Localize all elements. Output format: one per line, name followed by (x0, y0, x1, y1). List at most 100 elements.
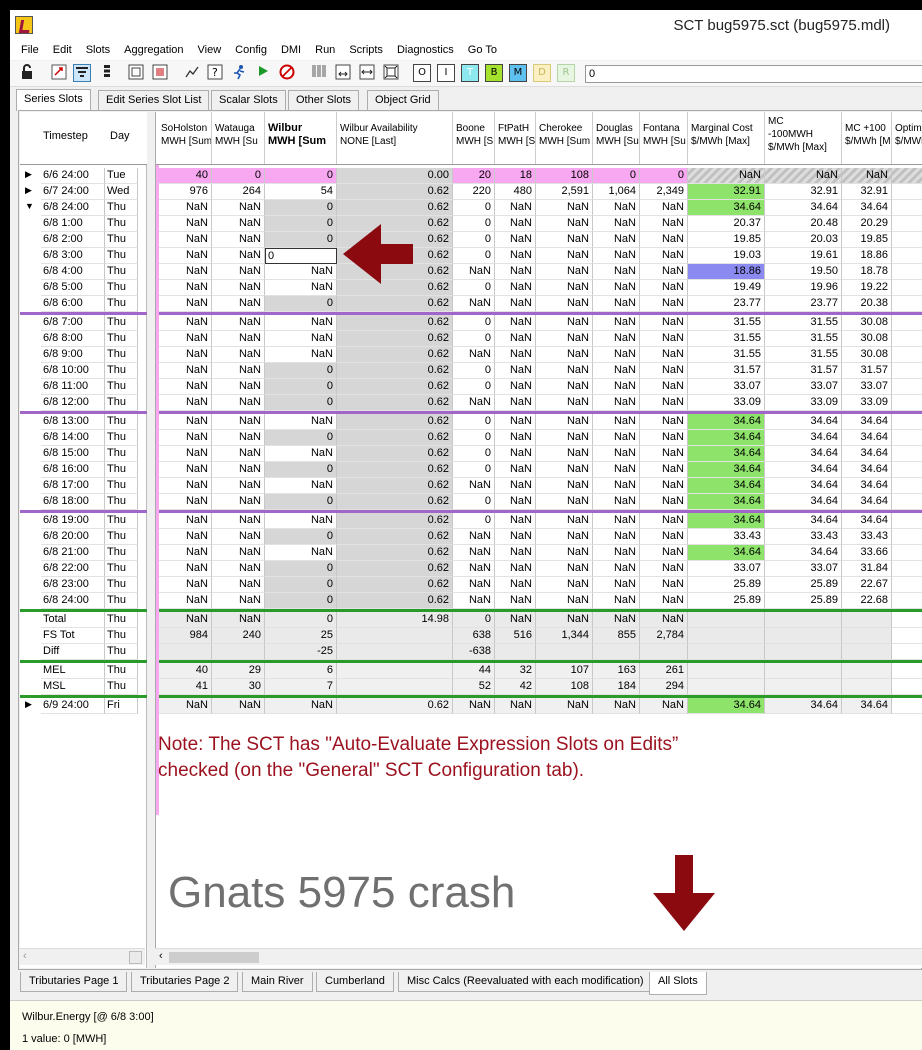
value-cell[interactable]: 33.07 (842, 379, 892, 395)
value-cell[interactable]: 34.64 (688, 698, 765, 714)
timestep-row[interactable]: 6/8 11:00 Thu (20, 379, 147, 395)
tab-cumberland[interactable]: Cumberland (316, 972, 394, 992)
tab-tributaries-page-2[interactable]: Tributaries Page 2 (131, 972, 239, 992)
value-cell[interactable]: 7 (265, 679, 337, 695)
value-cell[interactable]: NaN (593, 430, 640, 446)
value-cell[interactable]: 33.07 (765, 379, 842, 395)
value-cell[interactable]: 34.64 (688, 446, 765, 462)
value-cell[interactable]: 31.55 (688, 315, 765, 331)
value-cell[interactable]: NaN (593, 363, 640, 379)
value-cell[interactable]: NaN (495, 363, 536, 379)
timestep-row[interactable]: 6/8 18:00 Thu (20, 494, 147, 510)
menu-edit[interactable]: Edit (46, 44, 79, 56)
value-cell[interactable]: NaN (453, 395, 495, 411)
value-cell[interactable]: 52 (453, 679, 495, 695)
value-cell[interactable]: NaN (495, 414, 536, 430)
value-cell[interactable]: 20.48 (765, 216, 842, 232)
value-cell[interactable]: 1,344 (536, 628, 593, 644)
value-cell[interactable]: NaN (158, 216, 212, 232)
value-cell[interactable]: NaN (640, 545, 688, 561)
value-cell[interactable]: NaN (212, 379, 265, 395)
value-cell[interactable]: NaN (640, 331, 688, 347)
value-cell[interactable]: 0 (453, 513, 495, 529)
value-cell[interactable]: 0 (265, 363, 337, 379)
tab-object-grid[interactable]: Object Grid (367, 90, 439, 110)
value-cell[interactable]: NaN (593, 593, 640, 609)
timestep-row[interactable]: ▶ 6/9 24:00 Fri (20, 698, 147, 714)
scroll-left-arrow-icon[interactable]: ‹ (23, 950, 27, 962)
menu-diagnostics[interactable]: Diagnostics (390, 44, 461, 56)
value-cell[interactable]: NaN (495, 478, 536, 494)
menu-file[interactable]: File (14, 44, 46, 56)
delete-slot-icon[interactable] (151, 64, 169, 82)
value-cell[interactable]: 19.22 (842, 280, 892, 296)
value-cell[interactable]: NaN (453, 529, 495, 545)
value-cell[interactable] (765, 612, 842, 628)
value-cell[interactable]: 0 (453, 379, 495, 395)
value-cell[interactable]: NaN (495, 698, 536, 714)
value-cell[interactable]: 31.57 (688, 363, 765, 379)
value-cell[interactable]: 34.64 (765, 414, 842, 430)
value-cell[interactable]: 42 (495, 679, 536, 695)
tab-misc-calcs[interactable]: Misc Calcs (Reevaluated with each modifi… (398, 972, 653, 992)
value-cell[interactable]: 0 (265, 395, 337, 411)
value-cell[interactable]: 25.89 (688, 577, 765, 593)
value-cell[interactable] (688, 612, 765, 628)
value-cell[interactable]: NaN (453, 264, 495, 280)
menu-slots[interactable]: Slots (79, 44, 117, 56)
editing-cell[interactable]: 0 (265, 248, 337, 264)
value-cell[interactable]: 0.62 (337, 331, 453, 347)
timestep-row[interactable]: ▼ 6/8 24:00 Thu (20, 200, 147, 216)
column-header[interactable]: MC -100MWH $/MWh [Max] (765, 112, 842, 164)
value-cell[interactable]: 0.62 (337, 200, 453, 216)
value-cell[interactable]: NaN (495, 232, 536, 248)
value-cell[interactable]: 33.07 (765, 561, 842, 577)
scroll-thumb[interactable] (169, 952, 259, 963)
value-cell[interactable]: NaN (593, 331, 640, 347)
value-cell[interactable]: 34.64 (688, 462, 765, 478)
left-horizontal-scrollbar[interactable]: ‹ (19, 948, 145, 965)
timestep-row[interactable]: 6/8 9:00 Thu (20, 347, 147, 363)
value-cell[interactable]: 0 (453, 248, 495, 264)
value-cell[interactable]: NaN (212, 561, 265, 577)
value-cell[interactable]: 34.64 (842, 478, 892, 494)
value-cell[interactable]: NaN (536, 315, 593, 331)
value-cell[interactable]: 0 (212, 168, 265, 184)
scroll-left-arrow-icon[interactable]: ‹ (159, 950, 163, 962)
value-cell[interactable]: 0.62 (337, 296, 453, 312)
value-cell[interactable]: 23.77 (765, 296, 842, 312)
value-cell[interactable]: NaN (212, 248, 265, 264)
timestep-row[interactable]: 6/8 6:00 Thu (20, 296, 147, 312)
value-cell[interactable]: NaN (495, 379, 536, 395)
value-cell[interactable]: 976 (158, 184, 212, 200)
column-header[interactable]: SoHolston MWH [Sum (158, 112, 212, 164)
value-cell[interactable]: 44 (453, 663, 495, 679)
value-cell[interactable]: NaN (212, 698, 265, 714)
value-cell[interactable] (842, 679, 892, 695)
value-cell[interactable] (688, 628, 765, 644)
value-cell[interactable]: NaN (593, 414, 640, 430)
value-cell[interactable]: NaN (593, 280, 640, 296)
value-cell[interactable]: NaN (265, 347, 337, 363)
runner-icon[interactable] (230, 64, 248, 82)
value-cell[interactable] (892, 347, 922, 363)
tab-edit-series-slot-list[interactable]: Edit Series Slot List (98, 90, 210, 110)
value-cell[interactable]: 31.55 (765, 315, 842, 331)
value-cell[interactable]: 0.62 (337, 395, 453, 411)
value-cell[interactable]: NaN (640, 529, 688, 545)
value-cell[interactable]: NaN (536, 200, 593, 216)
value-cell[interactable]: NaN (212, 331, 265, 347)
help-query-icon[interactable]: ? (206, 64, 224, 82)
value-cell[interactable]: -638 (453, 644, 495, 660)
value-cell[interactable]: 0 (265, 612, 337, 628)
value-cell[interactable] (892, 545, 922, 561)
value-cell[interactable]: 19.61 (765, 248, 842, 264)
value-cell[interactable]: NaN (158, 494, 212, 510)
value-cell[interactable]: NaN (212, 232, 265, 248)
value-cell[interactable]: NaN (640, 248, 688, 264)
value-cell[interactable]: 19.96 (765, 280, 842, 296)
value-cell[interactable]: 14.98 (337, 612, 453, 628)
value-cell[interactable]: 0 (265, 494, 337, 510)
value-cell[interactable]: 0 (453, 430, 495, 446)
column-header[interactable]: Watauga MWH [Su (212, 112, 265, 164)
